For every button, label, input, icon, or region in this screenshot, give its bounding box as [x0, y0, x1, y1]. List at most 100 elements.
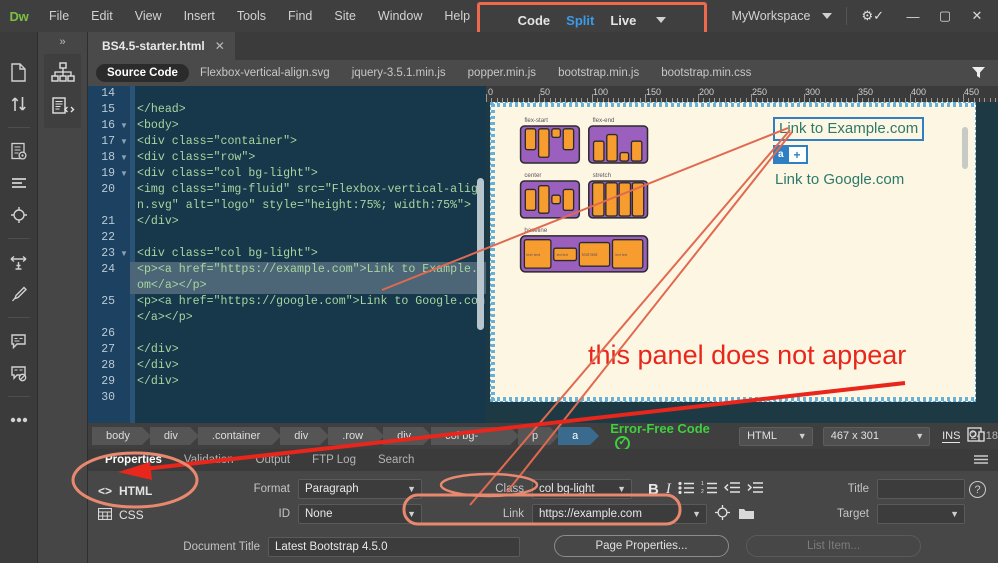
related-file-bootstrap-css[interactable]: bootstrap.min.css	[650, 64, 762, 82]
link-google-text[interactable]: Link to Google.com	[775, 171, 904, 188]
menu-help[interactable]: Help	[433, 0, 481, 32]
comment-icon[interactable]	[4, 327, 34, 355]
menu-view[interactable]: View	[124, 0, 173, 32]
sort-updown-icon[interactable]	[4, 90, 34, 118]
dom-tree-icon[interactable]	[50, 62, 75, 86]
menu-window[interactable]: Window	[367, 0, 433, 32]
fold-toggle[interactable]: ▼	[118, 246, 130, 262]
code-brush-icon[interactable]	[4, 280, 34, 308]
indent-icon[interactable]	[747, 481, 763, 497]
gear-icon[interactable]: ⚙✓	[861, 8, 884, 24]
document-title-input[interactable]: Latest Bootstrap 4.5.0	[268, 537, 520, 557]
mode-live[interactable]: Live	[610, 13, 636, 28]
outdent-icon[interactable]	[723, 481, 740, 497]
fold-toggle[interactable]	[118, 358, 130, 374]
close-icon[interactable]: ✕	[215, 39, 225, 53]
document-tab[interactable]: BS4.5-starter.html ✕	[88, 32, 235, 60]
ordered-list-icon[interactable]: 12	[701, 481, 717, 497]
related-file-bootstrap-js[interactable]: bootstrap.min.js	[547, 64, 650, 82]
tag-chip-a[interactable]: a	[558, 427, 600, 445]
fold-toggle[interactable]	[118, 262, 130, 294]
expand-panels-icon[interactable]: »	[38, 32, 87, 54]
fold-toggle[interactable]: ▼	[118, 166, 130, 182]
mode-split[interactable]: Split	[566, 13, 594, 28]
tag-chip-p[interactable]: p	[517, 427, 560, 445]
code-editor-pane[interactable]: 14 15 </head> 16 ▼ <body> 17 ▼ <div class="co…	[88, 86, 486, 423]
maximize-button[interactable]: ▢	[930, 3, 960, 29]
help-icon[interactable]: ?	[969, 481, 986, 498]
element-quick-hud[interactable]: a +	[773, 145, 808, 164]
fold-toggle[interactable]	[118, 294, 130, 326]
tab-validation[interactable]: Validation	[173, 454, 245, 466]
selected-link-example[interactable]: Link to Example.com	[773, 117, 925, 141]
id-select[interactable]: None ▼	[298, 504, 422, 524]
fold-toggle[interactable]: ▼	[118, 150, 130, 166]
tab-search[interactable]: Search	[367, 454, 425, 466]
fold-toggle[interactable]	[118, 102, 130, 118]
dom-inspect-icon[interactable]	[4, 137, 34, 165]
workspace-name[interactable]: MyWorkspace	[731, 9, 810, 23]
property-mode-css[interactable]: CSS	[97, 503, 186, 527]
related-file-jquery[interactable]: jquery-3.5.1.min.js	[341, 64, 457, 82]
italic-button[interactable]: I	[666, 481, 671, 498]
tag-chip-container[interactable]: .container	[197, 427, 282, 445]
related-file-popper[interactable]: popper.min.js	[457, 64, 547, 82]
chevron-down-icon[interactable]	[656, 17, 667, 23]
fold-toggle[interactable]	[118, 214, 130, 230]
tag-chip-div-1[interactable]: div	[149, 427, 199, 445]
tab-ftp-log[interactable]: FTP Log	[301, 454, 367, 466]
realtime-preview-icon[interactable]	[967, 427, 986, 446]
list-item-button[interactable]: List Item...	[746, 535, 921, 557]
property-mode-html[interactable]: <> HTML	[98, 479, 186, 503]
filter-icon[interactable]	[971, 65, 986, 83]
tag-chip-body[interactable]: body	[92, 427, 151, 445]
live-view-scrollbar[interactable]	[962, 127, 968, 169]
menu-edit[interactable]: Edit	[80, 0, 124, 32]
fold-toggle[interactable]	[118, 86, 130, 102]
unordered-list-icon[interactable]	[678, 481, 694, 497]
minimize-button[interactable]: —	[898, 3, 928, 29]
resize-arrows-icon[interactable]	[4, 248, 34, 276]
close-button[interactable]: ✕	[962, 3, 992, 29]
window-size-select[interactable]: 467 x 301 ▼	[822, 426, 931, 446]
link-input[interactable]: https://example.com ▼	[532, 504, 707, 524]
fold-toggle[interactable]	[118, 342, 130, 358]
fold-toggle[interactable]	[118, 230, 130, 246]
point-to-file-icon[interactable]	[715, 505, 730, 523]
panel-menu-icon[interactable]	[974, 454, 988, 468]
page-properties-button[interactable]: Page Properties...	[554, 535, 729, 557]
fold-toggle[interactable]	[118, 390, 130, 406]
menu-tools[interactable]: Tools	[226, 0, 277, 32]
browse-folder-icon[interactable]	[738, 506, 755, 523]
doctype-select[interactable]: HTML ▼	[739, 426, 813, 446]
comment-disabled-icon[interactable]	[4, 359, 34, 387]
tag-chip-row[interactable]: .row	[328, 427, 384, 445]
live-view-pane[interactable]: 0 50 100 150 200 250 300 350 400 450 fle…	[486, 86, 998, 423]
tag-chip-div-2[interactable]: div	[280, 427, 330, 445]
related-file-source-code[interactable]: Source Code	[96, 64, 189, 82]
code-document-icon[interactable]	[51, 96, 75, 120]
menu-file[interactable]: File	[38, 0, 80, 32]
code-scrollbar[interactable]	[477, 178, 484, 330]
target-select[interactable]: ▼	[877, 504, 965, 524]
fold-toggle[interactable]	[118, 326, 130, 342]
class-select[interactable]: col bg-light ▼	[532, 479, 632, 499]
file-icon[interactable]	[4, 58, 34, 86]
assets-lines-icon[interactable]	[4, 169, 34, 197]
menu-site[interactable]: Site	[323, 0, 367, 32]
fold-toggle[interactable]: ▼	[118, 134, 130, 150]
menu-insert[interactable]: Insert	[173, 0, 226, 32]
format-select[interactable]: Paragraph ▼	[298, 479, 422, 499]
menu-find[interactable]: Find	[277, 0, 323, 32]
mode-code[interactable]: Code	[518, 13, 551, 28]
more-options-icon[interactable]	[4, 406, 34, 434]
tab-output[interactable]: Output	[245, 454, 302, 466]
tag-chip-div-3[interactable]: div	[383, 427, 433, 445]
tab-properties[interactable]: Properties	[94, 454, 173, 466]
flexbox-vertical-align-image[interactable]: flex-start flex-end center stretch basel…	[513, 113, 693, 283]
hud-add-class-button[interactable]: +	[788, 147, 806, 162]
fold-toggle[interactable]: ▼	[118, 118, 130, 134]
fold-toggle[interactable]	[118, 374, 130, 390]
target-icon[interactable]	[4, 201, 34, 229]
title-input[interactable]	[877, 479, 965, 499]
